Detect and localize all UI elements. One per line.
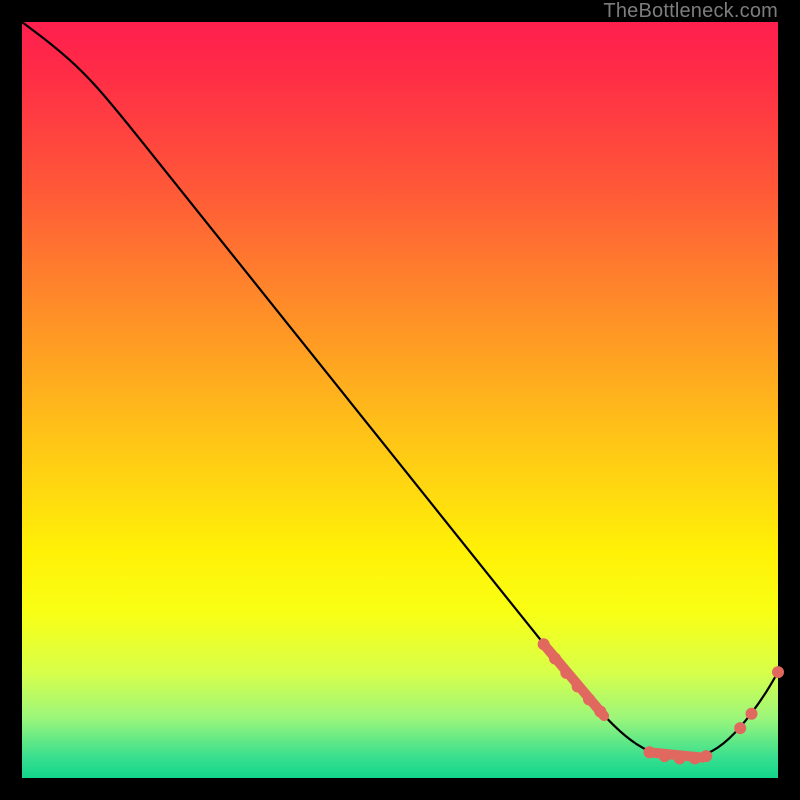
chart-stage: TheBottleneck.com <box>0 0 800 800</box>
marker-dot <box>561 667 572 678</box>
marker-dot <box>659 751 670 762</box>
bottleneck-curve <box>22 22 778 758</box>
marker-dot <box>584 694 595 705</box>
marker-dot <box>689 753 700 764</box>
plot-area <box>22 22 778 778</box>
marker-dot <box>538 639 549 650</box>
marker-dot <box>549 653 560 664</box>
marker-dot <box>674 753 685 764</box>
marker-dot <box>644 747 655 758</box>
marker-dot <box>701 751 712 762</box>
watermark-text: TheBottleneck.com <box>603 0 778 23</box>
marker-dot <box>735 723 746 734</box>
marker-dot <box>595 706 606 717</box>
marker-layer <box>538 639 783 764</box>
marker-dot <box>773 667 784 678</box>
chart-svg <box>22 22 778 778</box>
marker-dot <box>746 708 757 719</box>
marker-dot <box>572 681 583 692</box>
